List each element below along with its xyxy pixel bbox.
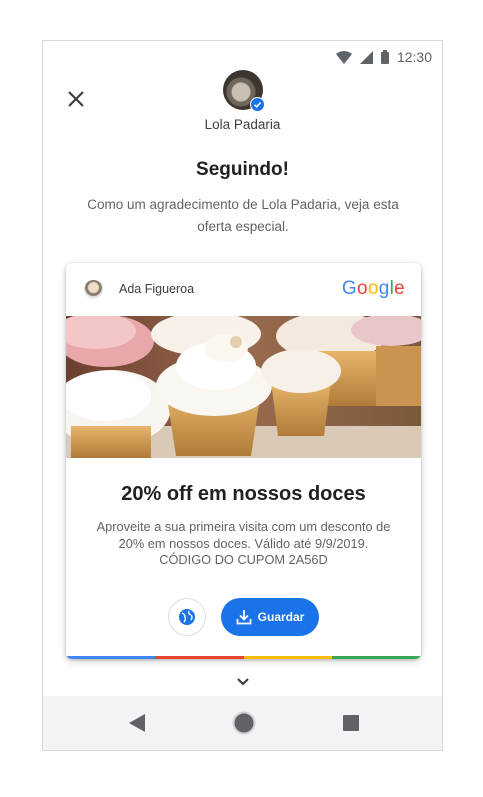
download-icon (236, 610, 252, 625)
color-strip-segment (243, 656, 333, 659)
close-button[interactable] (65, 88, 87, 110)
color-strip-segment (66, 656, 155, 659)
verified-icon (251, 98, 264, 111)
wifi-icon (335, 50, 352, 64)
page-title: Seguindo! (196, 159, 289, 180)
poster-avatar (84, 280, 103, 299)
offer-description: Aproveite a sua primeira visita com um d… (96, 519, 391, 567)
offer-title: 20% off em nossos doces (121, 483, 366, 505)
system-nav-bar (43, 696, 442, 750)
chevron-down-icon[interactable] (235, 677, 251, 687)
battery-icon (380, 50, 389, 64)
business-avatar-wrap (223, 70, 265, 112)
verified-badge (250, 97, 265, 112)
save-button-label: Guardar (257, 610, 305, 624)
google-logo-letter: o (367, 278, 379, 299)
status-time: 12:30 (396, 49, 432, 65)
poster-name: Ada Figueroa (119, 282, 195, 296)
status-bar: 12:30 (335, 47, 432, 67)
offer-card: Ada Figueroa Google 20% off em nossos do… (66, 263, 421, 659)
card-header: Ada Figueroa Google (66, 263, 421, 316)
website-button[interactable] (168, 598, 206, 636)
google-logo-letter: G (341, 278, 357, 299)
globe-icon (179, 609, 195, 625)
close-icon (68, 91, 84, 107)
color-strip-segment (332, 656, 421, 659)
google-logo: Google (342, 278, 405, 300)
card-color-strip (66, 656, 421, 659)
offer-image (66, 316, 421, 458)
save-button[interactable]: Guardar (221, 598, 319, 636)
google-logo-letter: g (378, 278, 390, 299)
page-subtitle: Como um agradecimento de Lola Padaria, v… (87, 197, 399, 234)
phone-frame: 12:30 Lola Padaria Seguindo! Como um agr… (42, 40, 443, 751)
signal-icon (359, 50, 373, 64)
business-name: Lola Padaria (204, 117, 281, 132)
back-icon[interactable] (129, 714, 145, 732)
recents-icon[interactable] (343, 715, 359, 731)
google-logo-letter: o (356, 278, 368, 299)
color-strip-segment (154, 656, 244, 659)
google-logo-letter: e (394, 278, 405, 299)
home-icon[interactable] (232, 711, 256, 735)
